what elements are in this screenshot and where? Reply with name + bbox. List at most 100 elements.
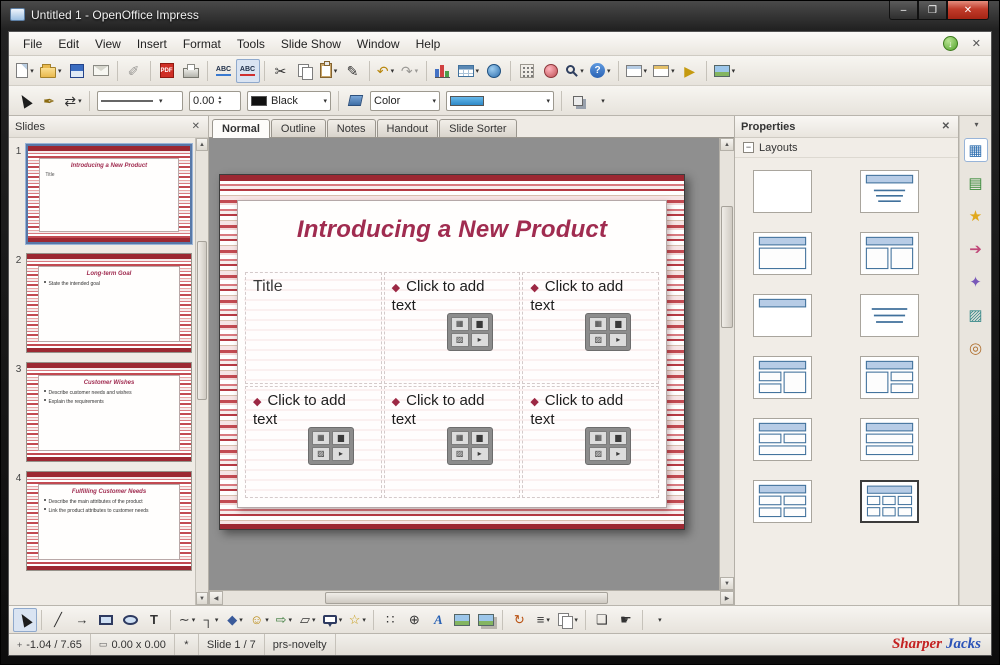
menu-file[interactable]: File xyxy=(15,34,50,54)
insert-object-cluster[interactable]: ▦ ▆ ▨ ▸ xyxy=(308,427,354,465)
insert-table-icon[interactable]: ▦ xyxy=(451,317,469,331)
scrollbar-thumb[interactable] xyxy=(197,241,207,400)
dropdown-caret-icon[interactable]: ▾ xyxy=(239,616,243,624)
sidebar-menu-icon[interactable]: ▾ xyxy=(974,120,978,129)
dropdown-caret-icon[interactable]: ▾ xyxy=(265,616,269,624)
dropdown-caret-icon[interactable]: ▾ xyxy=(159,97,163,105)
insert-table-icon[interactable]: ▦ xyxy=(451,431,469,445)
tab-outline[interactable]: Outline xyxy=(271,119,326,137)
menu-insert[interactable]: Insert xyxy=(129,34,175,54)
zoom-button[interactable]: ▾ xyxy=(563,59,587,83)
dropdown-caret-icon[interactable]: ▾ xyxy=(323,97,327,105)
stars-button[interactable]: ☆▾ xyxy=(345,608,369,632)
insert-image-icon[interactable]: ▨ xyxy=(451,447,469,461)
view-mode-button[interactable]: ▾ xyxy=(711,59,739,83)
navigator-button[interactable] xyxy=(539,59,563,83)
styles-icon[interactable]: ✦ xyxy=(964,270,988,294)
insert-chart-button[interactable] xyxy=(431,59,455,83)
layout-two-content-and-content[interactable] xyxy=(753,356,812,399)
placeholder-cell-4[interactable]: ◆Click to add text ▦ ▆ ▨ ▸ xyxy=(245,386,382,498)
dropdown-caret-icon[interactable]: ▾ xyxy=(215,616,219,624)
slide-surface[interactable]: Introducing a New Product Title ◆Click t… xyxy=(219,174,685,530)
custom-animation-icon[interactable]: ★ xyxy=(964,204,988,228)
master-pages-icon[interactable]: ▤ xyxy=(964,171,988,195)
insert-object-cluster[interactable]: ▦ ▆ ▨ ▸ xyxy=(585,427,631,465)
scroll-up-icon[interactable]: ▲ xyxy=(720,138,734,151)
dropdown-caret-icon[interactable]: ▾ xyxy=(415,67,419,75)
insert-image-icon[interactable]: ▨ xyxy=(312,447,330,461)
basic-shapes-button[interactable]: ◆▾ xyxy=(223,608,247,632)
gallery-icon[interactable]: ▨ xyxy=(964,303,988,327)
insert-chart-icon[interactable]: ▆ xyxy=(609,431,627,445)
display-grid-button[interactable] xyxy=(515,59,539,83)
slide-transition-icon[interactable]: ➔ xyxy=(964,237,988,261)
copy-button[interactable] xyxy=(293,59,317,83)
line-tool-button[interactable]: ╱ xyxy=(46,608,70,632)
maximize-button[interactable]: ❐ xyxy=(918,1,947,20)
insert-table-icon[interactable]: ▦ xyxy=(589,431,607,445)
layout-six-content[interactable] xyxy=(860,480,919,523)
arrow-tool-button[interactable]: → xyxy=(70,608,94,632)
menu-slideshow[interactable]: Slide Show xyxy=(273,34,349,54)
tab-handout[interactable]: Handout xyxy=(377,119,439,137)
help-button[interactable]: ?▾ xyxy=(587,59,614,83)
text-tool-button[interactable]: T xyxy=(142,608,166,632)
insert-object-cluster[interactable]: ▦ ▆ ▨ ▸ xyxy=(447,427,493,465)
menu-view[interactable]: View xyxy=(87,34,129,54)
slide-show-button[interactable]: ▶ xyxy=(678,59,702,83)
spellcheck-button[interactable]: ABC xyxy=(212,59,236,83)
properties-close-icon[interactable]: ✕ xyxy=(940,121,952,132)
tab-slide-sorter[interactable]: Slide Sorter xyxy=(439,119,516,137)
insert-image-icon[interactable]: ▨ xyxy=(589,333,607,347)
placeholder-cell-2[interactable]: ◆Click to add text ▦ ▆ ▨ ▸ xyxy=(384,272,521,384)
scroll-up-icon[interactable]: ▲ xyxy=(196,138,208,151)
layout-two-content-over-content[interactable] xyxy=(753,418,812,461)
layouts-section-header[interactable]: − Layouts xyxy=(735,138,958,158)
dropdown-caret-icon[interactable]: ▾ xyxy=(644,67,648,75)
slides-panel-close-icon[interactable]: ✕ xyxy=(190,121,202,132)
interaction-button[interactable]: ☛ xyxy=(614,608,638,632)
placeholder-cell-3[interactable]: ◆Click to add text ▦ ▆ ▨ ▸ xyxy=(522,272,659,384)
symbol-shapes-button[interactable]: ☺▾ xyxy=(247,608,272,632)
close-button[interactable]: ✕ xyxy=(947,1,989,20)
dropdown-caret-icon[interactable]: ▾ xyxy=(78,97,82,105)
select-tool-button[interactable] xyxy=(13,608,37,632)
connector-tool-button[interactable]: ┐▾ xyxy=(199,608,223,632)
dropdown-caret-icon[interactable]: ▾ xyxy=(58,67,62,75)
minimize-button[interactable]: – xyxy=(889,1,918,20)
slide-thumbnail-4[interactable]: Fulfilling Customer Needs Describe the m… xyxy=(26,471,192,571)
edit-points-mode-button[interactable] xyxy=(13,89,37,113)
dropdown-caret-icon[interactable]: ▾ xyxy=(339,616,343,624)
edit-file-button[interactable]: ✐ xyxy=(122,59,146,83)
insert-picture-button[interactable] xyxy=(450,608,474,632)
cut-button[interactable]: ✂ xyxy=(269,59,293,83)
insert-chart-icon[interactable]: ▆ xyxy=(471,317,489,331)
layout-content-and-two-content[interactable] xyxy=(860,356,919,399)
dropdown-caret-icon[interactable]: ▾ xyxy=(334,67,338,75)
horizontal-scrollbar[interactable]: ◀ ▶ xyxy=(209,590,734,605)
dropdown-caret-icon[interactable]: ▾ xyxy=(288,616,292,624)
dropdown-caret-icon[interactable]: ▾ xyxy=(546,97,550,105)
layout-blank[interactable] xyxy=(753,170,812,213)
fill-color-select[interactable]: ▾ xyxy=(446,91,554,111)
update-available-icon[interactable]: ↓ xyxy=(943,36,958,51)
shadow-button[interactable] xyxy=(566,89,590,113)
save-button[interactable] xyxy=(65,59,89,83)
glue-points-button[interactable]: ⊕ xyxy=(402,608,426,632)
export-pdf-button[interactable]: PDF xyxy=(155,59,179,83)
layout-title-only[interactable] xyxy=(753,294,812,337)
scroll-down-icon[interactable]: ▼ xyxy=(720,577,734,590)
slide-title[interactable]: Introducing a New Product xyxy=(238,216,666,244)
insert-movie-icon[interactable]: ▸ xyxy=(609,447,627,461)
new-slide-button[interactable]: ▾ xyxy=(623,59,651,83)
hyperlink-button[interactable] xyxy=(482,59,506,83)
insert-image-icon[interactable]: ▨ xyxy=(451,333,469,347)
slides-scrollbar[interactable]: ▲ ▼ xyxy=(195,138,208,605)
scrollbar-thumb[interactable] xyxy=(721,206,733,328)
scroll-right-icon[interactable]: ▶ xyxy=(720,591,734,605)
template-indicator[interactable]: prs-novelty xyxy=(265,634,336,655)
alignment-button[interactable]: ≡▾ xyxy=(531,608,555,632)
slide-canvas-area[interactable]: Introducing a New Product Title ◆Click t… xyxy=(209,138,734,590)
tab-notes[interactable]: Notes xyxy=(327,119,376,137)
line-style-select[interactable]: ▾ xyxy=(97,91,183,111)
